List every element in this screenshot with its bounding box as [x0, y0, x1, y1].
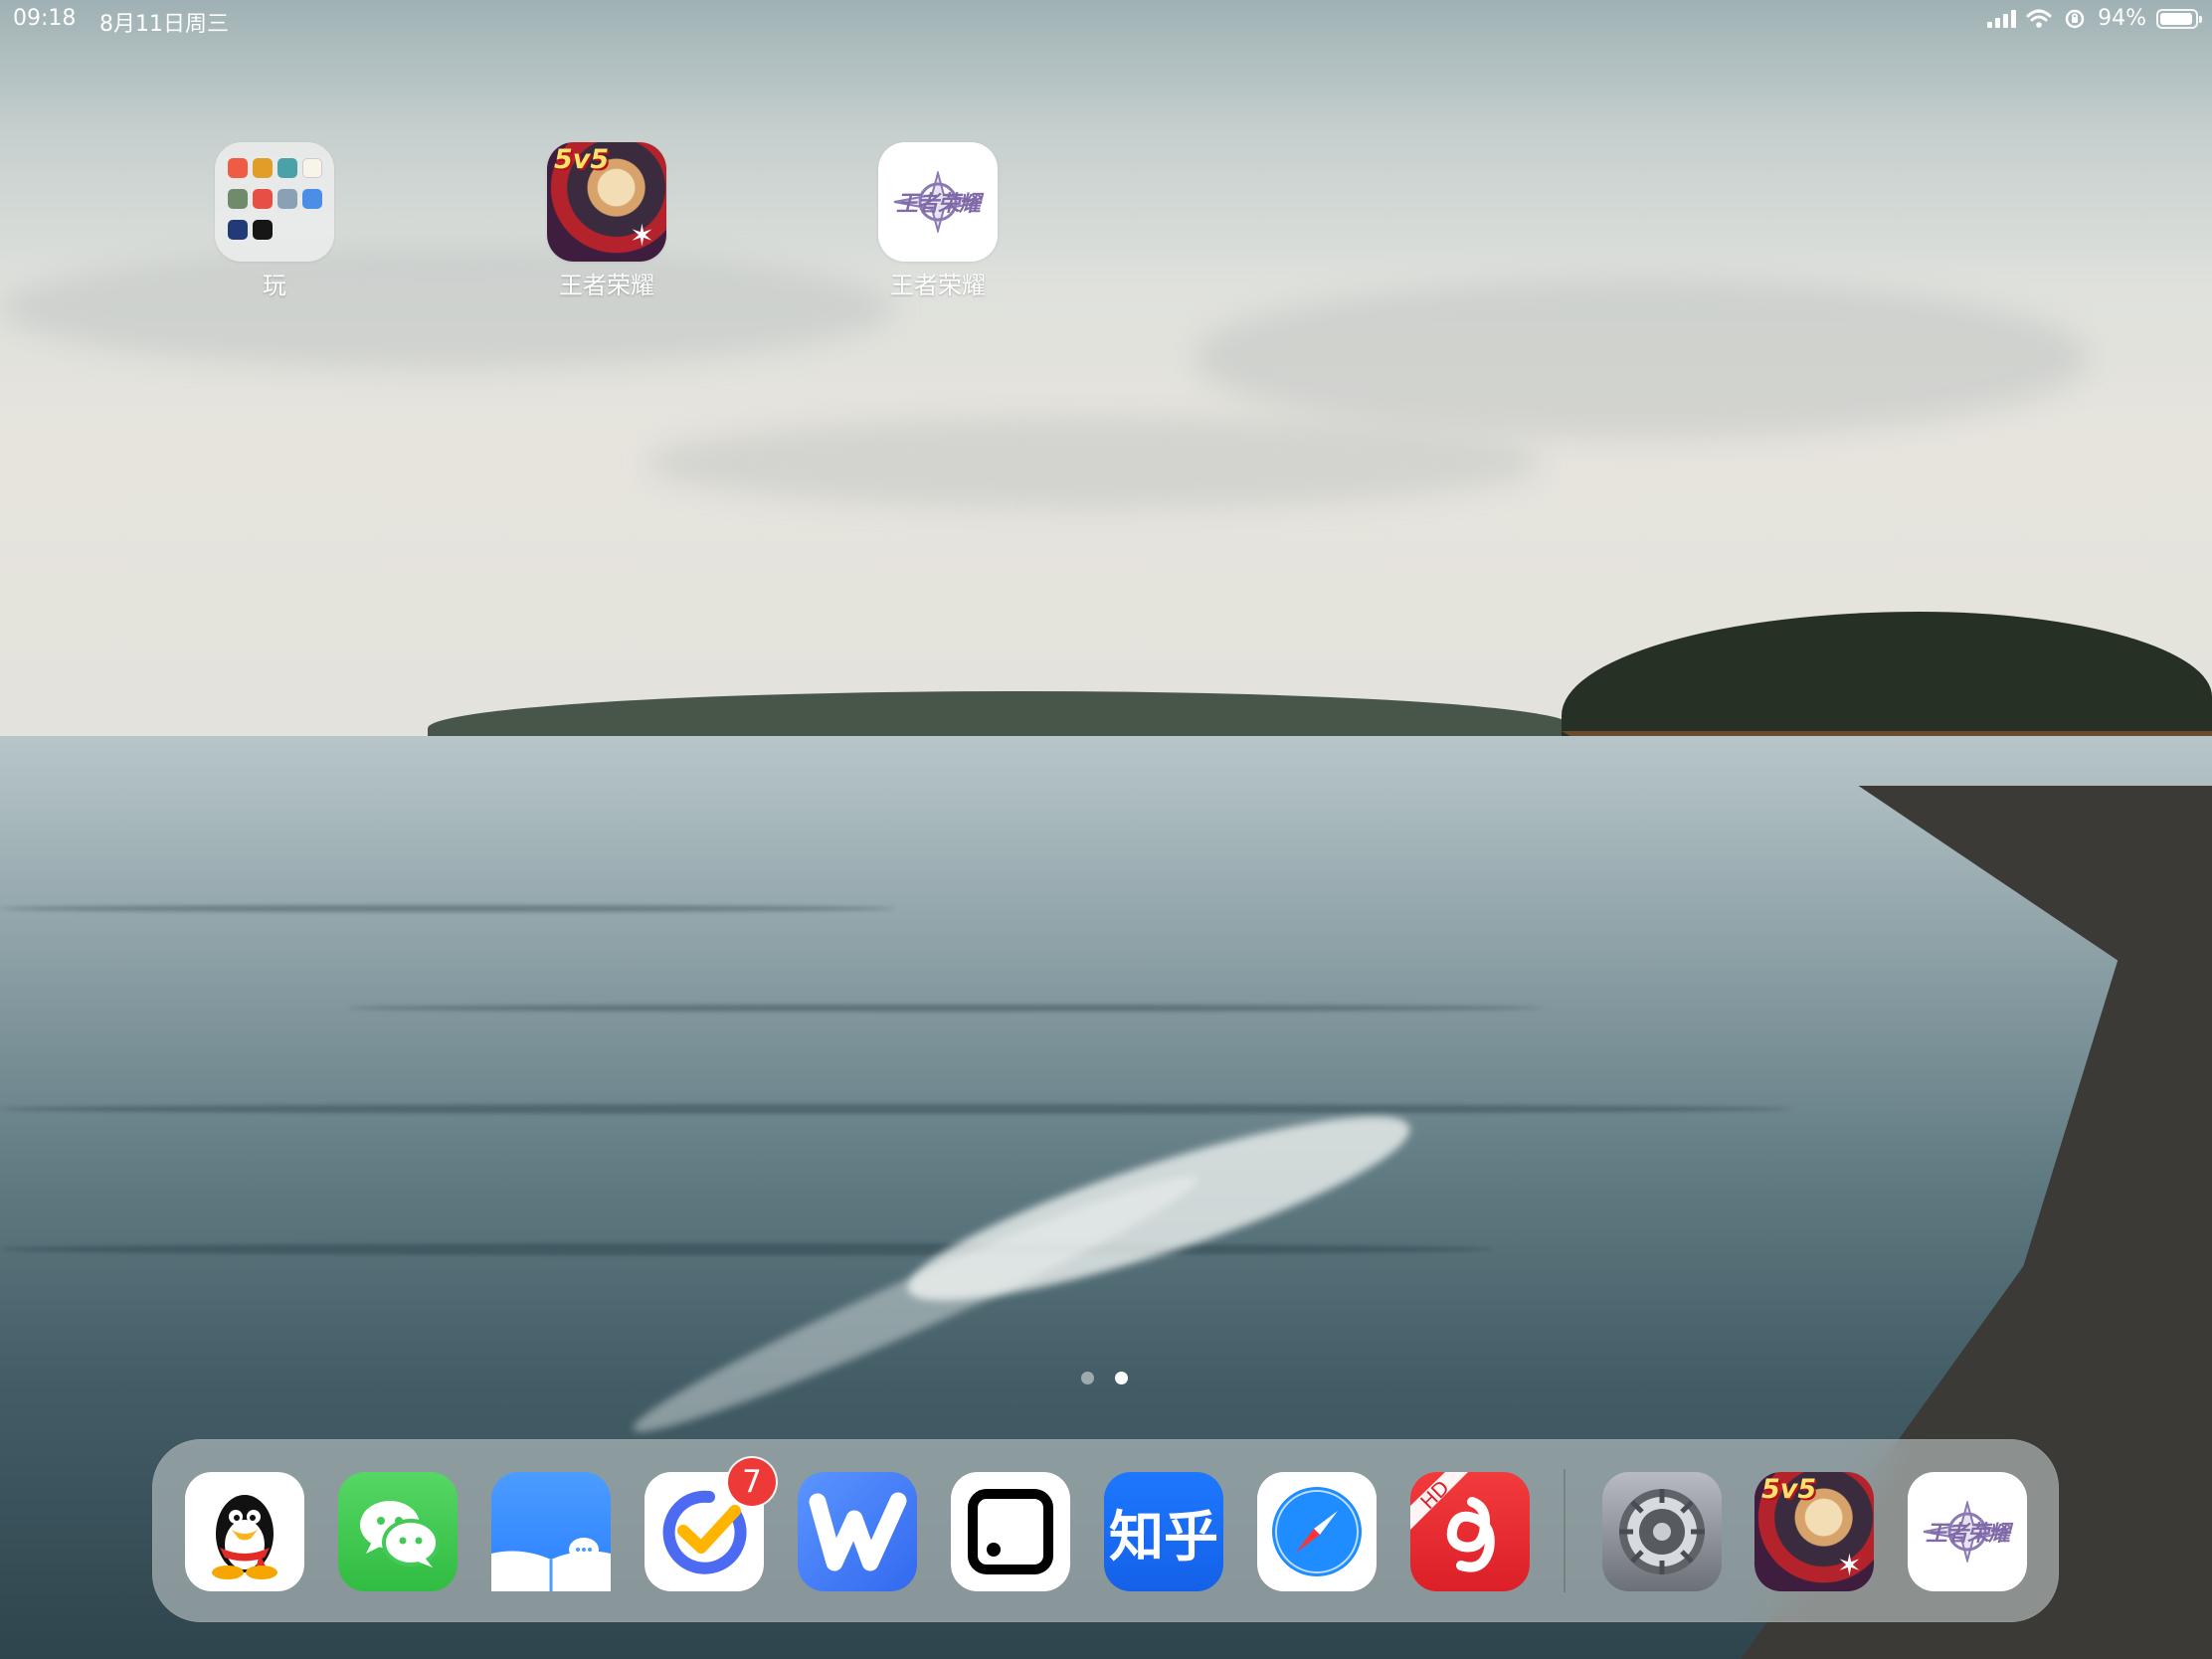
gear-icon	[1619, 1489, 1705, 1574]
honor-of-kings-camp-app[interactable]: 王者荣耀 王者荣耀	[838, 142, 1037, 301]
mini-app-icon	[302, 189, 322, 209]
mini-app-icon	[302, 158, 322, 178]
blue-chat-app-icon[interactable]	[491, 1472, 611, 1591]
qq-penguin-icon	[212, 1495, 277, 1579]
honor-of-kings-camp-label: 王者荣耀	[890, 272, 986, 299]
dock: 7 知乎 HD 5v5 ✶ 王者荣耀	[152, 1439, 2059, 1622]
chat-book-icon	[491, 1538, 611, 1591]
honor-of-kings-camp-dock-logo-text: 王者荣耀	[1925, 1522, 2010, 1547]
mini-app-icon	[277, 189, 297, 209]
cloud	[1194, 278, 2089, 438]
honor-of-kings-camp-icon[interactable]: 王者荣耀	[878, 142, 998, 262]
page-dot-2-active[interactable]	[1115, 1372, 1128, 1384]
honor-of-kings-badge-text: 5v5	[554, 144, 610, 175]
page-dot-1[interactable]	[1081, 1372, 1094, 1384]
honor-of-kings-dock-app-icon[interactable]: 5v5 ✶	[1754, 1472, 1874, 1591]
status-indicators: 94%	[1987, 6, 2202, 31]
honor-of-kings-camp-logo: 王者荣耀	[892, 171, 984, 233]
netease-music-app-icon[interactable]: HD	[1410, 1472, 1530, 1591]
mini-app-icon	[228, 220, 248, 240]
wave	[0, 1104, 1790, 1114]
mini-app-icon	[253, 189, 273, 209]
folder-icon[interactable]	[215, 142, 334, 262]
mini-app-icon	[253, 220, 273, 240]
battery-fill	[2160, 12, 2192, 25]
cloud	[646, 418, 1542, 507]
honor-of-kings-camp-logo-text: 王者荣耀	[895, 192, 981, 217]
honor-of-kings-icon[interactable]: 5v5 ✶	[547, 142, 666, 262]
dock-divider	[1564, 1469, 1566, 1592]
status-time: 09:18	[13, 6, 77, 31]
sparkle-icon: ✶	[629, 219, 654, 254]
honor-of-kings-label: 王者荣耀	[559, 272, 654, 299]
wave	[0, 1243, 1492, 1255]
settings-app-icon[interactable]	[1602, 1472, 1722, 1591]
ticktick-app-icon[interactable]: 7	[645, 1458, 776, 1591]
qq-app-icon[interactable]	[185, 1472, 304, 1591]
mini-app-icon	[277, 158, 297, 178]
notification-badge: 7	[728, 1458, 776, 1506]
battery-percent: 94%	[2098, 6, 2146, 31]
mini-app-icon	[253, 158, 273, 178]
folder-play[interactable]: 玩	[175, 142, 374, 301]
mini-app-icon	[228, 158, 248, 178]
cloud	[0, 249, 895, 368]
page-indicator[interactable]	[1081, 1372, 1128, 1384]
status-date: 8月11日周三	[99, 12, 229, 37]
honor-of-kings-camp-dock-app-icon[interactable]: 王者荣耀	[1908, 1472, 2027, 1591]
status-bar: 09:18 8月11日周三 94%	[0, 0, 2212, 40]
netease-music-logo-icon: HD	[1410, 1472, 1495, 1572]
honor-of-kings-camp-dock-logo: 王者荣耀	[1922, 1501, 2013, 1563]
zhihu-app-icon[interactable]: 知乎	[1104, 1472, 1223, 1591]
wave	[348, 1005, 1542, 1012]
sparkle-icon: ✶	[1836, 1549, 1862, 1583]
safari-app-icon[interactable]	[1257, 1472, 1377, 1591]
wechat-app-icon[interactable]	[338, 1472, 458, 1591]
wave	[0, 905, 895, 912]
mini-app-icon	[228, 189, 248, 209]
folder-label: 玩	[263, 272, 286, 299]
honor-of-kings-dock-badge-text: 5v5	[1761, 1474, 1817, 1505]
safari-compass-icon	[1272, 1487, 1362, 1576]
wechat-bubbles-icon	[360, 1501, 440, 1567]
w-logo-icon	[809, 1492, 907, 1571]
orientation-lock-icon	[2065, 9, 2085, 28]
rounded-square-icon	[968, 1489, 1053, 1574]
square-app-icon[interactable]	[951, 1472, 1070, 1591]
signal-icon	[1987, 9, 2017, 28]
honor-of-kings-app[interactable]: 5v5 ✶ 王者荣耀	[507, 142, 706, 301]
wifi-icon	[2026, 9, 2052, 28]
battery-icon	[2156, 8, 2202, 29]
writing-app-icon[interactable]	[798, 1472, 917, 1591]
